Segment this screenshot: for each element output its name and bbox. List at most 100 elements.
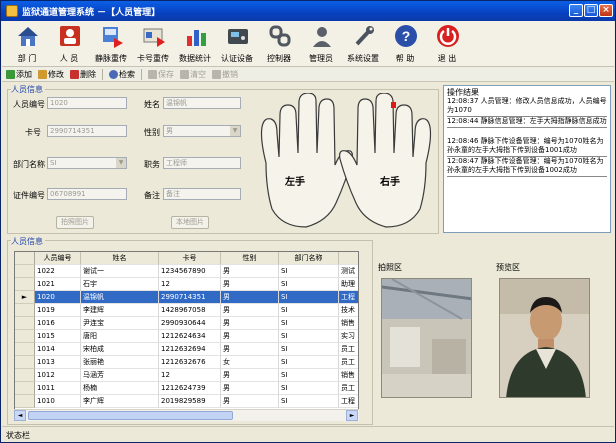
table-cell[interactable]: 员工 <box>339 343 358 356</box>
save-button[interactable]: 保存 <box>148 69 174 80</box>
table-row[interactable]: 1010 李广辉 2019829589 男 SI 工程 <box>15 395 358 408</box>
table-row[interactable]: 1019 李建辉 1428967058 男 SI 技术 <box>15 304 358 317</box>
row-header[interactable] <box>15 317 35 330</box>
table-cell[interactable]: 员工 <box>339 382 358 395</box>
column-header[interactable]: 姓名 <box>81 252 159 265</box>
table-cell[interactable]: 实习 <box>339 330 358 343</box>
row-header[interactable] <box>15 382 35 395</box>
table-row[interactable]: 1012 马涵芳 12 男 SI 销售 <box>15 369 358 382</box>
title-bar[interactable]: 监狱通道管理系统 －【人员管理】 _ □ × <box>1 1 615 21</box>
card-field[interactable]: 2990714351 <box>47 125 127 137</box>
table-cell[interactable]: SI <box>279 343 339 356</box>
table-cell[interactable]: SI <box>279 291 339 304</box>
table-cell[interactable]: SI <box>279 278 339 291</box>
table-cell[interactable]: SI <box>279 382 339 395</box>
table-cell[interactable]: 销售 <box>339 369 358 382</box>
column-header[interactable]: 性别 <box>221 252 279 265</box>
table-cell[interactable]: 男 <box>221 265 279 278</box>
column-header[interactable]: 人员编号 <box>35 252 81 265</box>
table-cell[interactable]: 销售 <box>339 317 358 330</box>
table-cell[interactable]: 石宇 <box>81 278 159 291</box>
table-cell[interactable]: 男 <box>221 330 279 343</box>
toolbar-admin-button[interactable]: 管理员 <box>302 23 340 65</box>
edit-button[interactable]: 修改 <box>38 69 64 80</box>
add-button[interactable]: 添加 <box>6 69 32 80</box>
toolbar-stats-button[interactable]: 数据统计 <box>176 23 214 65</box>
table-cell[interactable]: SI <box>279 265 339 278</box>
row-header[interactable] <box>15 343 35 356</box>
table-cell[interactable]: 助理 <box>339 278 358 291</box>
close-button[interactable]: × <box>599 4 613 17</box>
table-cell[interactable]: 1019 <box>35 304 81 317</box>
table-row[interactable]: ► 1020 温锦帆 2990714351 男 SI 工程 <box>15 291 358 304</box>
table-cell[interactable]: 男 <box>221 395 279 408</box>
table-cell[interactable]: 1013 <box>35 356 81 369</box>
toolbar-controller-button[interactable]: 控制器 <box>260 23 298 65</box>
table-cell[interactable]: SI <box>279 356 339 369</box>
column-header[interactable]: 卡号 <box>159 252 221 265</box>
restore-button[interactable]: □ <box>584 4 598 17</box>
table-cell[interactable]: 1212632694 <box>159 343 221 356</box>
clear-button[interactable]: 清空 <box>180 69 206 80</box>
table-cell[interactable]: 1212624634 <box>159 330 221 343</box>
job-field[interactable]: 工程师 <box>163 157 241 169</box>
table-cell[interactable]: 男 <box>221 291 279 304</box>
toolbar-device-button[interactable]: 认证设备 <box>218 23 256 65</box>
toolbar-dept-button[interactable]: 部 门 <box>8 23 46 65</box>
table-cell[interactable]: 男 <box>221 343 279 356</box>
scroll-right-button[interactable]: ► <box>346 410 358 421</box>
table-row[interactable]: 1022 谢试一 1234567890 男 SI 测试 <box>15 265 358 278</box>
table-cell[interactable]: 员工 <box>339 356 358 369</box>
table-cell[interactable]: 温锦帆 <box>81 291 159 304</box>
column-header[interactable]: 部门名称 <box>279 252 339 265</box>
toolbar-help-button[interactable]: ? 帮 助 <box>386 23 424 65</box>
minimize-button[interactable]: _ <box>569 4 583 17</box>
table-cell[interactable]: 女 <box>221 356 279 369</box>
table-cell[interactable]: 工程 <box>339 395 358 408</box>
search-button[interactable]: 检索 <box>109 69 135 80</box>
table-cell[interactable]: 1234567890 <box>159 265 221 278</box>
row-header[interactable] <box>15 304 35 317</box>
toolbar-vein-upload-button[interactable]: 静脉重传 <box>92 23 130 65</box>
table-cell[interactable]: 12 <box>159 369 221 382</box>
row-header[interactable] <box>15 330 35 343</box>
row-header[interactable] <box>15 356 35 369</box>
table-cell[interactable]: 1212632676 <box>159 356 221 369</box>
table-cell[interactable]: 2990930644 <box>159 317 221 330</box>
table-cell[interactable]: 1015 <box>35 330 81 343</box>
table-cell[interactable]: 2019829589 <box>159 395 221 408</box>
table-cell[interactable]: 男 <box>221 317 279 330</box>
horizontal-scrollbar[interactable]: ◄ ► <box>14 409 359 421</box>
table-cell[interactable]: 谢试一 <box>81 265 159 278</box>
table-cell[interactable]: 1010 <box>35 395 81 408</box>
table-cell[interactable]: SI <box>279 317 339 330</box>
table-cell[interactable]: 测试 <box>339 265 358 278</box>
table-row[interactable]: 1013 张丽艳 1212632676 女 SI 员工 <box>15 356 358 369</box>
table-cell[interactable]: 1012 <box>35 369 81 382</box>
table-row[interactable]: 1011 杨楠 1212624739 男 SI 员工 <box>15 382 358 395</box>
toolbar-settings-button[interactable]: 系统设置 <box>344 23 382 65</box>
gender-select[interactable]: 男 ▼ <box>163 125 241 137</box>
table-cell[interactable]: 宋柏成 <box>81 343 159 356</box>
table-cell[interactable]: 男 <box>221 369 279 382</box>
row-header[interactable] <box>15 395 35 408</box>
table-cell[interactable]: 杨楠 <box>81 382 159 395</box>
operation-log-panel[interactable]: 操作结果 12:08:37 人员管理：修改人员信息成功，人员编号为1070 12… <box>443 85 611 233</box>
table-cell[interactable]: 李建辉 <box>81 304 159 317</box>
table-cell[interactable]: SI <box>279 330 339 343</box>
toolbar-exit-button[interactable]: 退 出 <box>428 23 466 65</box>
table-row[interactable]: 1014 宋柏成 1212632694 男 SI 员工 <box>15 343 358 356</box>
table-cell[interactable]: SI <box>279 369 339 382</box>
scroll-left-button[interactable]: ◄ <box>14 410 26 421</box>
person-table[interactable]: 人员编号 姓名 卡号 性别 部门名称 1022 谢试一 1234567890 男 SI 测… <box>14 251 359 421</box>
table-cell[interactable]: SI <box>279 304 339 317</box>
table-cell[interactable]: 李广辉 <box>81 395 159 408</box>
local-photo-button[interactable]: 本地图片 <box>171 216 209 229</box>
table-cell[interactable]: 尹连宝 <box>81 317 159 330</box>
row-header[interactable] <box>15 265 35 278</box>
cert-field[interactable]: 06708991 <box>47 188 127 200</box>
table-cell[interactable]: 1011 <box>35 382 81 395</box>
note-field[interactable]: 备注 <box>163 188 241 200</box>
table-cell[interactable]: 工程 <box>339 291 358 304</box>
table-cell[interactable]: 2990714351 <box>159 291 221 304</box>
